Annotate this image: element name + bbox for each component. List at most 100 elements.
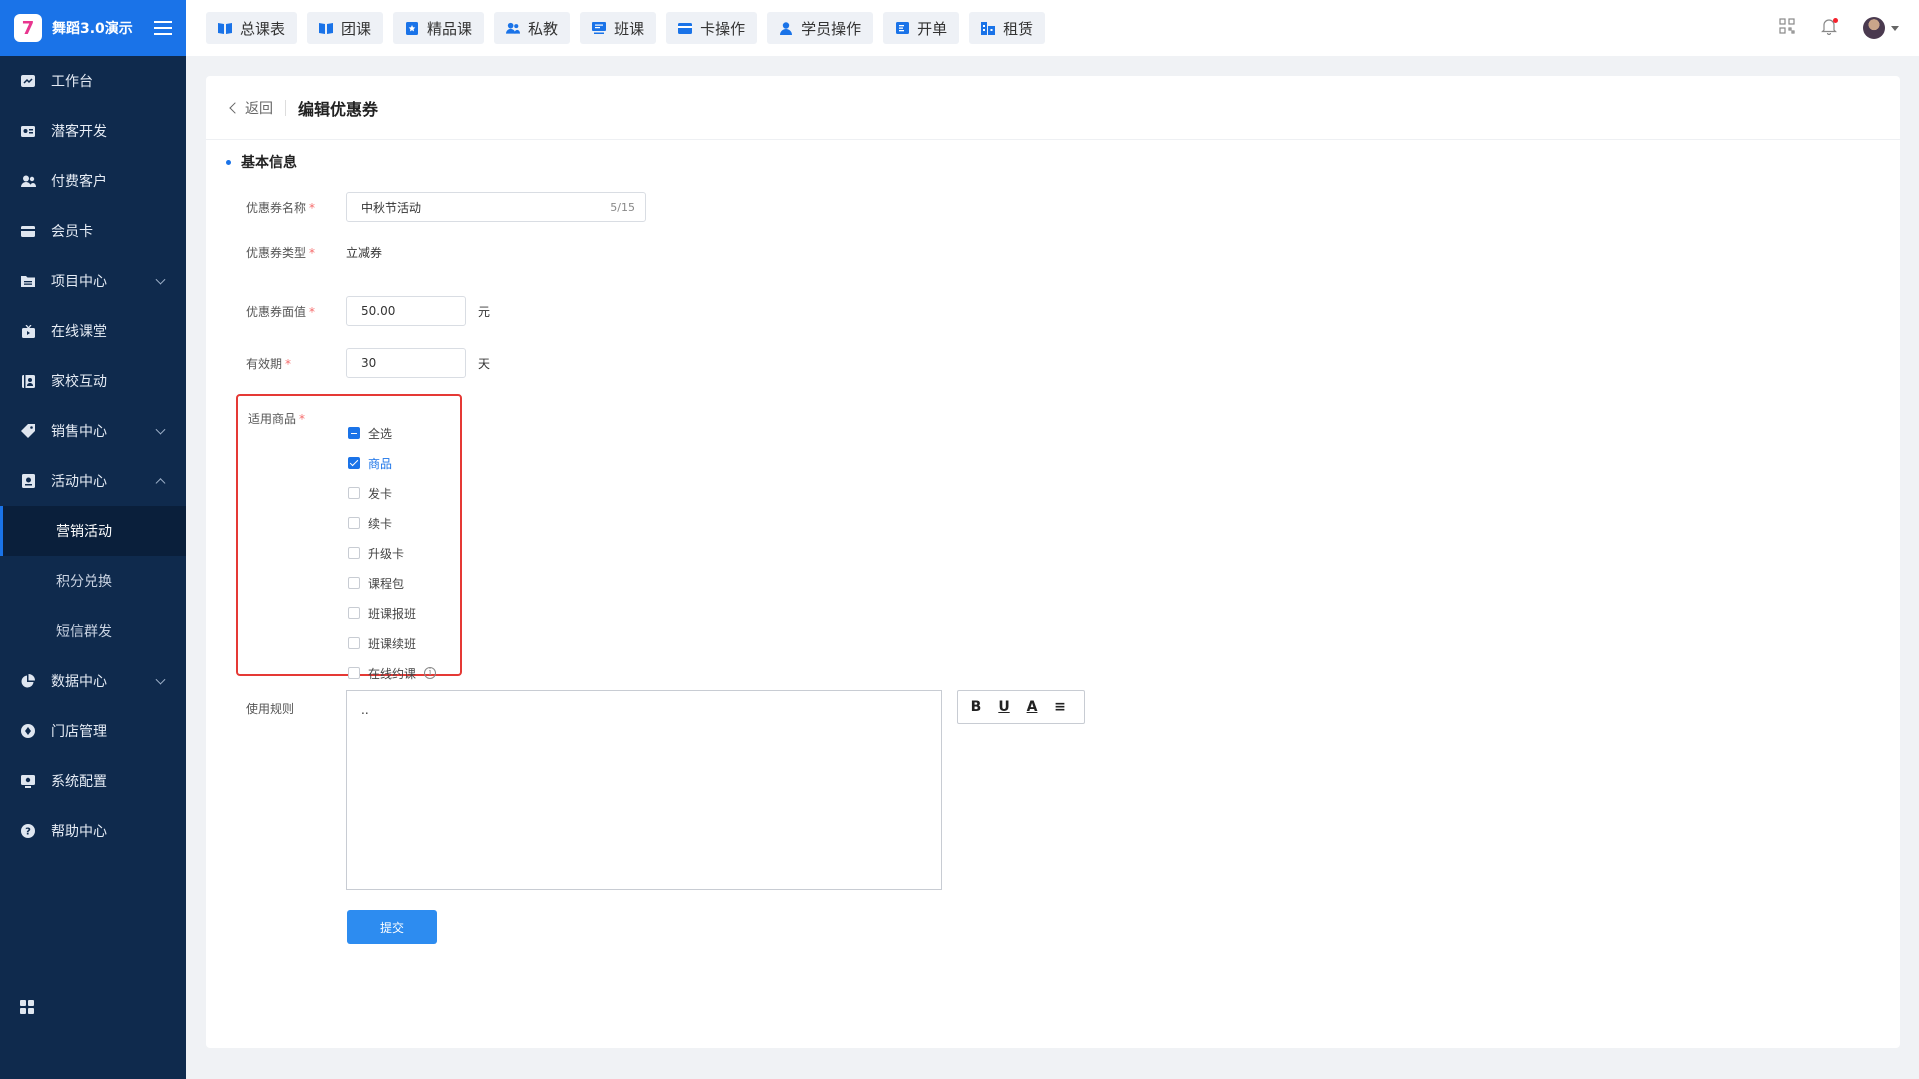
tag-icon: [20, 423, 36, 439]
sidebar-item-data-center[interactable]: 数据中心: [0, 656, 186, 706]
quick-button-card-ops[interactable]: 卡操作: [666, 12, 758, 44]
submit-button[interactable]: 提交: [347, 910, 437, 944]
checkbox-goods[interactable]: 商品: [348, 448, 436, 478]
checkbox[interactable]: [348, 487, 360, 499]
sidebar-item-workbench[interactable]: 工作台: [0, 56, 186, 106]
coupon-type-value: 立减券: [346, 246, 383, 260]
checkbox-class-enroll[interactable]: 班课报班: [348, 598, 436, 628]
checkbox-issue-card[interactable]: 发卡: [348, 478, 436, 508]
quick-button-label: 团课: [341, 19, 372, 38]
checkbox-course-package[interactable]: 课程包: [348, 568, 436, 598]
sidebar-item-system-config[interactable]: 系统配置: [0, 756, 186, 806]
sidebar-item-label: 在线课堂: [51, 324, 107, 340]
book-icon: [218, 21, 232, 35]
bold-icon[interactable]: B: [968, 699, 984, 715]
quick-button-rental[interactable]: 租赁: [969, 12, 1046, 44]
goods-checkbox-list: 全选 商品 发卡 续卡 升级卡 课程包 班课报班 班课续班 在线约课 i: [348, 418, 437, 688]
header-divider: [285, 99, 286, 116]
validity-days-input[interactable]: 30: [346, 348, 466, 378]
section-title: 基本信息: [226, 152, 297, 172]
form-label: 优惠券面值 *: [246, 304, 316, 319]
sidebar-item-paid-customers[interactable]: 付费客户: [0, 156, 186, 206]
checkbox[interactable]: [348, 427, 360, 439]
quick-button-class-course[interactable]: 班课: [580, 12, 657, 44]
checkbox-select-all[interactable]: 全选: [348, 418, 436, 448]
topbar-actions: [1779, 0, 1899, 56]
quick-button-premium-course[interactable]: 精品课: [393, 12, 485, 44]
sidebar-item-label: 工作台: [51, 74, 93, 90]
sidebar-item-home-school[interactable]: 家校互动: [0, 356, 186, 406]
checkbox[interactable]: [348, 667, 360, 679]
checkbox[interactable]: [348, 517, 360, 529]
coupon-amount-input[interactable]: 50.00: [346, 296, 466, 326]
user-menu[interactable]: [1863, 17, 1899, 39]
brand-logo[interactable]: 7: [14, 14, 42, 42]
font-color-icon[interactable]: A: [1024, 699, 1040, 715]
align-icon[interactable]: ≡: [1052, 699, 1068, 715]
chevron-down-icon: [155, 274, 166, 285]
checkbox[interactable]: [348, 457, 360, 469]
checkbox-online-booking[interactable]: 在线约课 i: [348, 658, 437, 688]
brand-bar: 7 舞蹈3.0演示: [0, 0, 186, 56]
sidebar-item-label: 数据中心: [51, 674, 107, 690]
checkbox[interactable]: [348, 607, 360, 619]
checkbox-upgrade-card[interactable]: 升级卡: [348, 538, 436, 568]
form-row-type: 优惠券类型 * 立减券: [246, 244, 382, 261]
checkbox[interactable]: [348, 637, 360, 649]
info-icon[interactable]: i: [424, 667, 437, 679]
chevron-left-icon: [229, 101, 241, 114]
form-label: 优惠券名称 *: [246, 200, 316, 215]
form-label: 优惠券类型 *: [246, 246, 316, 260]
contacts-icon: [20, 373, 36, 389]
back-button[interactable]: 返回: [228, 98, 273, 118]
quick-button-schedule[interactable]: 总课表: [206, 12, 298, 44]
sidebar-item-store-management[interactable]: 门店管理: [0, 706, 186, 756]
quick-button-label: 开单: [917, 19, 948, 38]
star-book-icon: [405, 21, 419, 35]
quick-button-label: 总课表: [240, 19, 286, 38]
notification-bell-icon[interactable]: [1821, 17, 1838, 39]
edit-coupon-card: 返回 编辑优惠券 基本信息 优惠券名称 * 中秋节活动 5/15 优惠券类型 * 立…: [206, 76, 1900, 1048]
checkbox[interactable]: [348, 547, 360, 559]
store-icon: [20, 723, 36, 739]
sidebar-item-label: 系统配置: [51, 774, 107, 790]
quick-button-student-ops[interactable]: 学员操作: [767, 12, 874, 44]
sidebar-item-sales[interactable]: 销售中心: [0, 406, 186, 456]
underline-icon[interactable]: U: [996, 699, 1012, 715]
sidebar-subitem-marketing[interactable]: 营销活动: [0, 506, 186, 556]
sidebar-item-membership-card[interactable]: 会员卡: [0, 206, 186, 256]
usage-rules-editor[interactable]: ..: [346, 690, 942, 890]
sidebar-subitem-sms-broadcast[interactable]: 短信群发: [0, 606, 186, 656]
sidebar-item-projects[interactable]: 项目中心: [0, 256, 186, 306]
sidebar-subitem-points-exchange[interactable]: 积分兑换: [0, 556, 186, 606]
checkbox-class-renew[interactable]: 班课续班: [348, 628, 436, 658]
users-icon: [506, 21, 521, 35]
sidebar-item-activity[interactable]: 活动中心: [0, 456, 186, 506]
quick-button-create-order[interactable]: 开单: [883, 12, 960, 44]
sidebar-item-help-center[interactable]: ? 帮助中心: [0, 806, 186, 856]
editor-toolbar: B U A ≡: [957, 690, 1085, 724]
building-icon: [981, 21, 996, 35]
form-row-name: 优惠券名称 * 中秋节活动 5/15: [246, 192, 646, 222]
quick-button-private-lesson[interactable]: 私教: [494, 12, 571, 44]
avatar: [1863, 17, 1885, 39]
quick-button-group-class[interactable]: 团课: [307, 12, 384, 44]
sidebar-item-online-class[interactable]: 在线课堂: [0, 306, 186, 356]
coupon-name-input[interactable]: 中秋节活动 5/15: [346, 192, 646, 222]
quick-button-label: 私教: [528, 19, 559, 38]
sidebar-item-leads[interactable]: 潜客开发: [0, 106, 186, 156]
checkbox[interactable]: [348, 577, 360, 589]
help-icon: ?: [20, 823, 36, 839]
sidebar: 7 舞蹈3.0演示 工作台 潜客开发 付费客户 会员卡 项目中心 在线课堂 家校…: [0, 0, 186, 1079]
card-icon: [20, 223, 36, 239]
board-icon: [592, 21, 607, 35]
qrcode-icon[interactable]: [1779, 18, 1795, 38]
form-label: 有效期 *: [246, 356, 292, 371]
folder-icon: [20, 273, 36, 289]
checkbox-renew-card[interactable]: 续卡: [348, 508, 436, 538]
topbar: 总课表 团课 精品课 私教 班课 卡操作 学员操作 开单 租赁: [186, 0, 1919, 56]
apps-grid-icon[interactable]: [20, 999, 36, 1015]
sidebar-item-label: 会员卡: [51, 224, 93, 240]
form-label-rules: 使用规则: [246, 702, 295, 716]
menu-toggle-icon[interactable]: [154, 21, 172, 35]
